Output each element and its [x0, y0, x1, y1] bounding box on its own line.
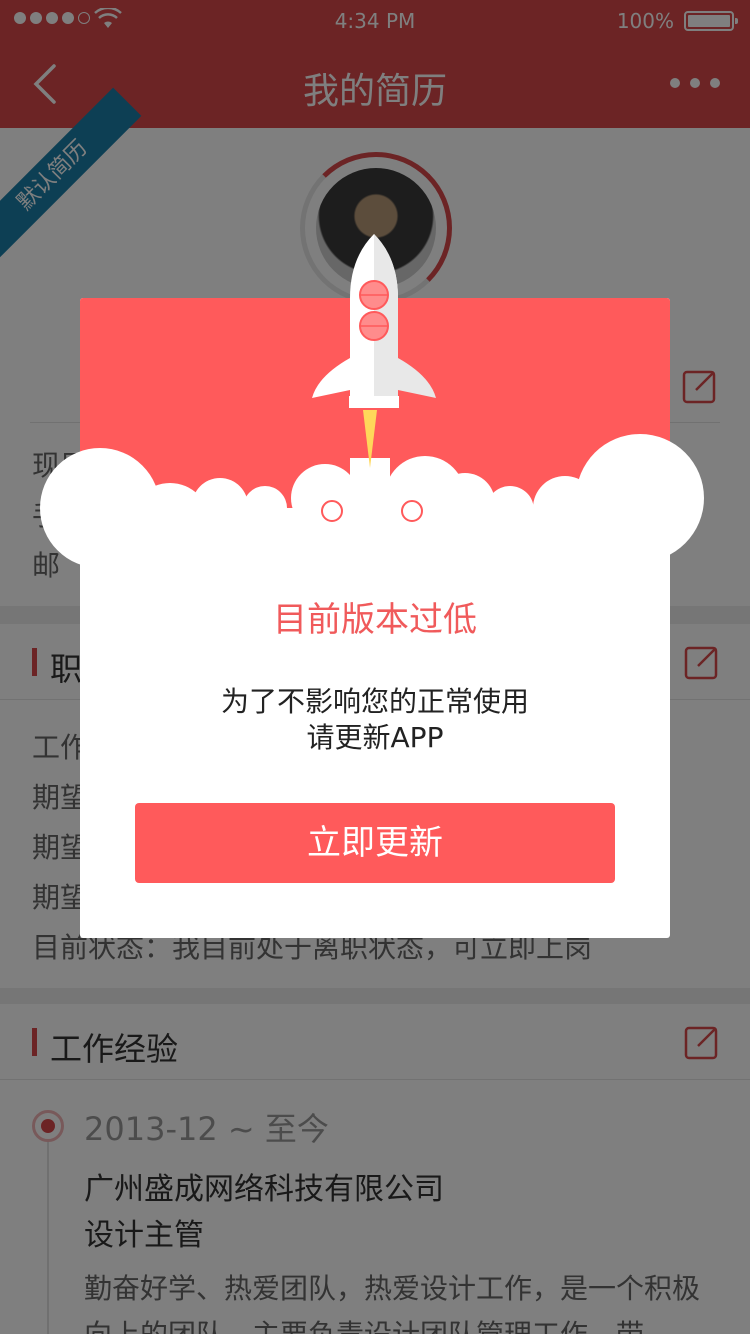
- dialog-title: 目前版本过低: [273, 600, 477, 640]
- update-dialog: 目前版本过低 为了不影响您的正常使用 请更新APP 立即更新: [40, 234, 704, 938]
- update-now-button[interactable]: 立即更新: [135, 803, 615, 883]
- dialog-message-line1: 为了不影响您的正常使用: [220, 685, 529, 718]
- dialog-message-line2: 请更新APP: [306, 721, 444, 754]
- rocket-illustration-icon: [40, 234, 704, 568]
